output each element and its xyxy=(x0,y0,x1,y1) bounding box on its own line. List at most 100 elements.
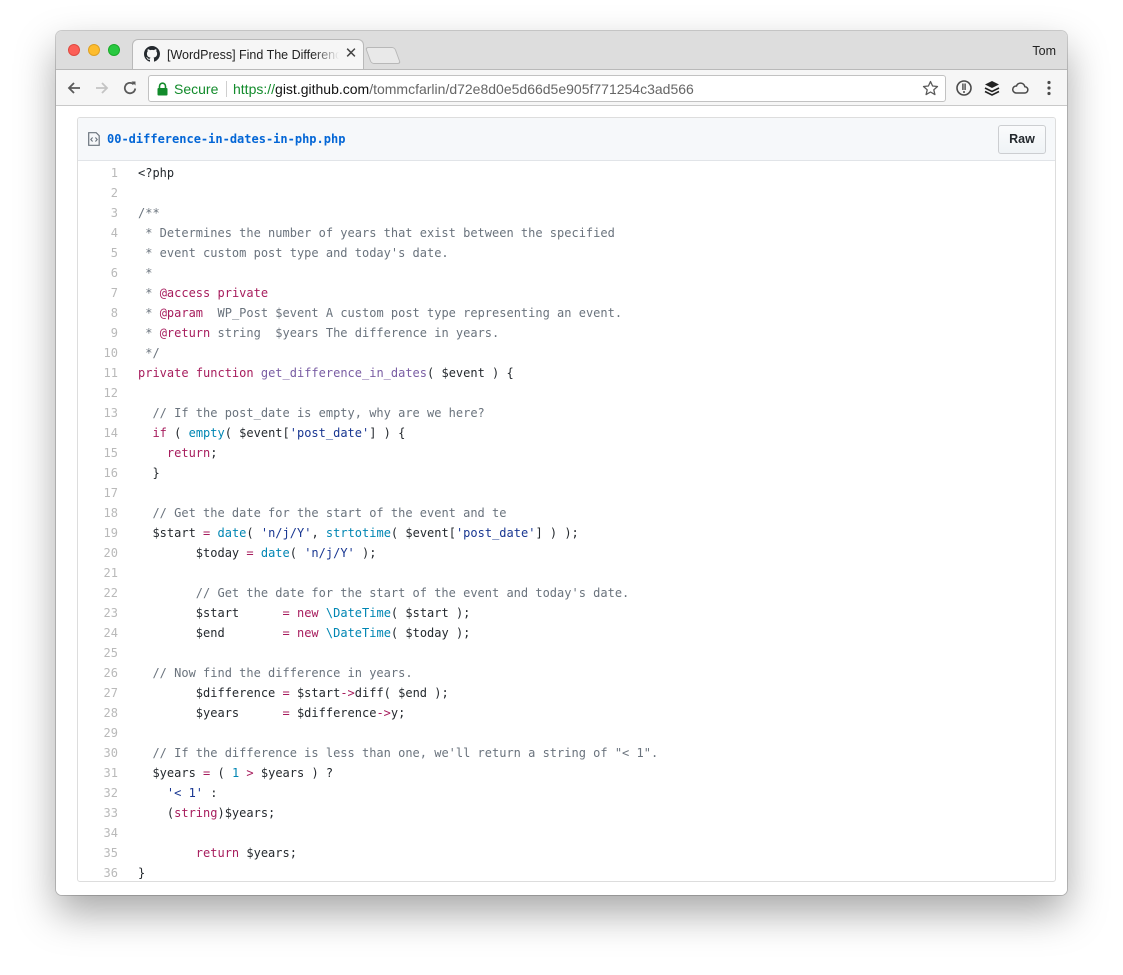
code-token: \DateTime xyxy=(325,626,391,640)
back-arrow-icon[interactable] xyxy=(65,79,83,97)
line-code: // Now find the difference in years. xyxy=(138,663,412,683)
code-line: 4 * Determines the number of years that … xyxy=(78,223,1055,243)
code-line: 22 // Get the date for the start of the … xyxy=(78,583,1055,603)
line-number[interactable]: 11 xyxy=(78,363,118,383)
line-number[interactable]: 13 xyxy=(78,403,118,423)
line-number[interactable]: 21 xyxy=(78,563,118,583)
cloud-icon[interactable] xyxy=(1011,79,1029,97)
code-token: = xyxy=(282,606,290,620)
line-code: } xyxy=(138,463,159,483)
tab-close-icon[interactable]: ✕ xyxy=(344,46,358,61)
code-token: ( xyxy=(246,526,261,540)
code-line: 26 // Now find the difference in years. xyxy=(78,663,1055,683)
line-number[interactable]: 2 xyxy=(78,183,118,203)
line-code: // If the difference is less than one, w… xyxy=(138,743,658,763)
line-number[interactable]: 12 xyxy=(78,383,118,403)
code-line: 35 return $years; xyxy=(78,843,1055,863)
code-token: ; xyxy=(210,446,218,460)
line-number[interactable]: 10 xyxy=(78,343,118,363)
code-token: > xyxy=(246,766,254,780)
code-token: // If the difference is less than one, w… xyxy=(152,746,659,760)
code-line: 7 * @access private xyxy=(78,283,1055,303)
reload-icon[interactable] xyxy=(121,79,139,97)
address-bar[interactable]: Secure https://gist.github.com/tommcfarl… xyxy=(148,75,946,102)
lock-icon xyxy=(157,82,168,96)
line-number[interactable]: 26 xyxy=(78,663,118,683)
raw-button[interactable]: Raw xyxy=(998,125,1046,154)
line-number[interactable]: 33 xyxy=(78,803,118,823)
line-number[interactable]: 20 xyxy=(78,543,118,563)
line-number[interactable]: 19 xyxy=(78,523,118,543)
url-path: /tommcfarlin/d72e8d0e5d66d5e905f771254c3… xyxy=(369,81,694,97)
line-number[interactable]: 15 xyxy=(78,443,118,463)
line-number[interactable]: 1 xyxy=(78,163,118,183)
code-token: )$years; xyxy=(217,806,276,820)
line-number[interactable]: 31 xyxy=(78,763,118,783)
line-number[interactable]: 16 xyxy=(78,463,118,483)
line-number[interactable]: 3 xyxy=(78,203,118,223)
new-tab-button[interactable] xyxy=(364,47,402,64)
layers-icon[interactable] xyxy=(983,79,1001,97)
line-code: $today = date( 'n/j/Y' ); xyxy=(138,543,377,563)
line-number[interactable]: 22 xyxy=(78,583,118,603)
close-window-button[interactable] xyxy=(68,44,80,56)
line-number[interactable]: 35 xyxy=(78,843,118,863)
file-name-link[interactable]: 00-difference-in-dates-in-php.php xyxy=(107,132,345,146)
line-number[interactable]: 7 xyxy=(78,283,118,303)
line-number[interactable]: 14 xyxy=(78,423,118,443)
line-code: $start = new \DateTime( $start ); xyxy=(138,603,471,623)
line-number[interactable]: 25 xyxy=(78,643,118,663)
line-code: $years = ( 1 > $years ) ? xyxy=(138,763,333,783)
info-circle-icon[interactable] xyxy=(955,79,973,97)
line-number[interactable]: 34 xyxy=(78,823,118,843)
code-line: 32 '< 1' : xyxy=(78,783,1055,803)
code-token: ( $event[ xyxy=(390,526,456,540)
line-number[interactable]: 27 xyxy=(78,683,118,703)
line-code: $end = new \DateTime( $today ); xyxy=(138,623,471,643)
code-file-icon xyxy=(88,132,100,146)
line-number[interactable]: 24 xyxy=(78,623,118,643)
profile-name[interactable]: Tom xyxy=(1032,44,1056,58)
line-number[interactable]: 17 xyxy=(78,483,118,503)
code-token: = xyxy=(282,686,290,700)
code-token: } xyxy=(138,866,146,880)
line-number[interactable]: 6 xyxy=(78,263,118,283)
line-number[interactable]: 30 xyxy=(78,743,118,763)
browser-tab[interactable]: [WordPress] Find The Difference In Dates… xyxy=(132,39,364,70)
line-number[interactable]: 4 xyxy=(78,223,118,243)
code-line: 36} xyxy=(78,863,1055,881)
code-token: -> xyxy=(376,706,391,720)
code-token: * Determines the number of years that ex… xyxy=(138,226,615,240)
url-text[interactable]: https://gist.github.com/tommcfarlin/d72e… xyxy=(233,81,694,97)
menu-dots-icon[interactable] xyxy=(1040,79,1058,97)
line-number[interactable]: 36 xyxy=(78,863,118,881)
code-token: $end xyxy=(138,626,283,640)
line-code: * @access private xyxy=(138,283,268,303)
line-number[interactable]: 18 xyxy=(78,503,118,523)
code-line: 21 xyxy=(78,563,1055,583)
code-token: WP_Post $event A custom post type repres… xyxy=(203,306,623,320)
code-line: 15 return; xyxy=(78,443,1055,463)
line-number[interactable]: 8 xyxy=(78,303,118,323)
line-number[interactable]: 32 xyxy=(78,783,118,803)
line-number[interactable]: 28 xyxy=(78,703,118,723)
code-token: <?php xyxy=(138,166,175,180)
code-line: 10 */ xyxy=(78,343,1055,363)
line-number[interactable]: 9 xyxy=(78,323,118,343)
minimize-window-button[interactable] xyxy=(88,44,100,56)
browser-toolbar: Secure https://gist.github.com/tommcfarl… xyxy=(56,69,1067,106)
line-number[interactable]: 5 xyxy=(78,243,118,263)
zoom-window-button[interactable] xyxy=(108,44,120,56)
line-number[interactable]: 23 xyxy=(78,603,118,623)
line-number[interactable]: 29 xyxy=(78,723,118,743)
forward-arrow-icon[interactable] xyxy=(93,79,111,97)
code-token: ( $start ); xyxy=(390,606,471,620)
url-host: gist.github.com xyxy=(275,81,370,97)
star-icon[interactable] xyxy=(922,80,939,97)
